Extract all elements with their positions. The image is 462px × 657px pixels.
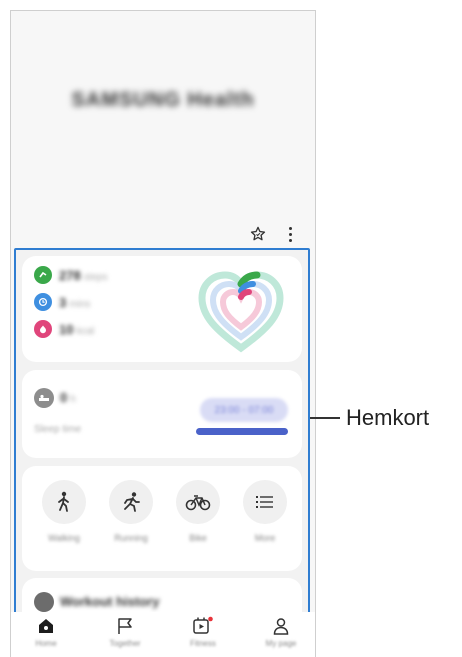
nav-label: Together: [109, 639, 141, 648]
nav-label: My page: [265, 639, 297, 648]
calories-metric: 10 kcal: [34, 320, 94, 338]
active-time-metric: 3 mins: [34, 293, 90, 311]
activity-label: Bike: [189, 533, 207, 543]
activity-running[interactable]: Running: [106, 480, 156, 543]
bike-icon: [176, 480, 220, 524]
app-title: SAMSUNG Health: [71, 89, 255, 111]
more-vertical-icon[interactable]: [280, 224, 300, 244]
steps-icon: [34, 266, 52, 284]
bottom-navigation: Home Together Fitness My page: [11, 612, 315, 657]
activity-heart-rings: [198, 271, 284, 353]
workout-history-title: Workout history: [60, 594, 160, 609]
active-time-value: 3 mins: [59, 294, 91, 310]
activities-card: Walking Running Bike More: [22, 466, 302, 571]
activity-label: Walking: [48, 533, 80, 543]
nav-together[interactable]: Together: [95, 616, 155, 648]
nav-home[interactable]: Home: [16, 616, 76, 648]
nav-label: Home: [35, 639, 57, 648]
activity-more[interactable]: More: [240, 480, 290, 543]
sleep-icon: [34, 388, 54, 408]
steps-metric: 278 steps: [34, 266, 108, 284]
running-icon: [109, 480, 153, 524]
app-header: SAMSUNG Health: [11, 11, 315, 251]
activity-bike[interactable]: Bike: [173, 480, 223, 543]
sleep-subtitle: Sleep time: [34, 424, 82, 435]
summary-card[interactable]: 278 steps 3 mins 10 kcal: [22, 256, 302, 362]
star-outline-icon[interactable]: [248, 224, 268, 244]
list-icon: [243, 480, 287, 524]
sleep-time-range[interactable]: 23:00 - 07:00: [200, 398, 288, 422]
sleep-progress-bar: [196, 428, 288, 435]
fitness-play-icon: [173, 616, 233, 636]
person-icon: [251, 616, 311, 636]
callout-label: Hemkort: [346, 405, 430, 430]
sleep-value: 0h: [60, 390, 76, 405]
notification-dot: [208, 616, 213, 622]
home-cards-area: 278 steps 3 mins 10 kcal 0 h Sleep time …: [14, 248, 310, 619]
calories-icon: [34, 320, 52, 338]
walking-icon: [42, 480, 86, 524]
flag-icon: [95, 616, 155, 636]
activity-label: Running: [114, 533, 148, 543]
callout-line: [310, 417, 340, 419]
nav-label: Fitness: [190, 639, 216, 648]
home-icon: [16, 616, 76, 636]
activity-label: More: [254, 533, 276, 543]
nav-my-page[interactable]: My page: [251, 616, 311, 648]
sleep-card[interactable]: 0h Sleep time 23:00 - 07:00: [22, 370, 302, 458]
calories-value: 10 kcal: [59, 321, 95, 337]
steps-value: 278 steps: [59, 267, 108, 283]
workout-icon: [34, 592, 54, 612]
nav-fitness[interactable]: Fitness: [173, 616, 233, 648]
activity-walking[interactable]: Walking: [39, 480, 89, 543]
active-time-icon: [34, 293, 52, 311]
phone-screen: SAMSUNG Health 278 steps 3 mins 10 kcal …: [10, 10, 316, 657]
